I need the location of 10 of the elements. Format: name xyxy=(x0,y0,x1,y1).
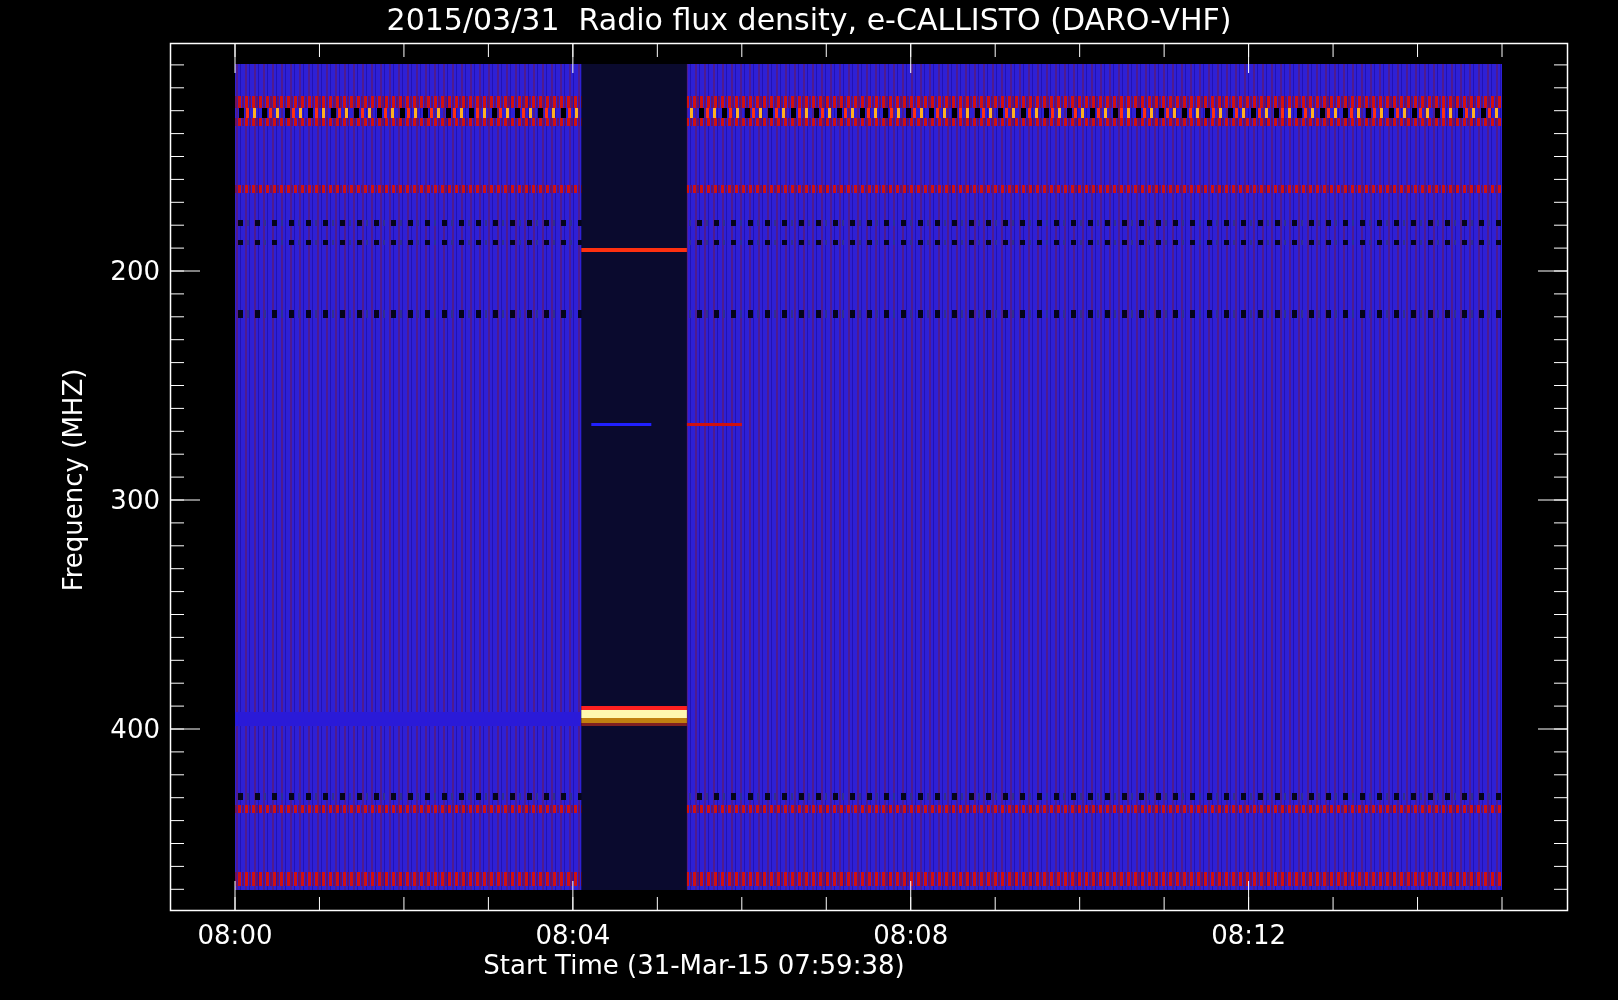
plot-title: 2015/03/31 Radio flux density, e-CALLISTO (DARO-VHF) xyxy=(386,2,1232,37)
x-tick-label: 08:04 xyxy=(535,920,611,950)
y-axis-label: Frequency (MHZ) xyxy=(58,368,88,592)
x-tick-label: 08:08 xyxy=(873,920,949,950)
y-tick-label: 200 xyxy=(110,256,160,286)
x-tick-label: 08:00 xyxy=(197,920,273,950)
y-tick-label: 400 xyxy=(110,714,160,744)
x-tick-label: 08:12 xyxy=(1211,920,1287,950)
y-tick-label: 300 xyxy=(110,485,160,515)
x-axis-label: Start Time (31-Mar-15 07:59:38) xyxy=(483,950,905,980)
